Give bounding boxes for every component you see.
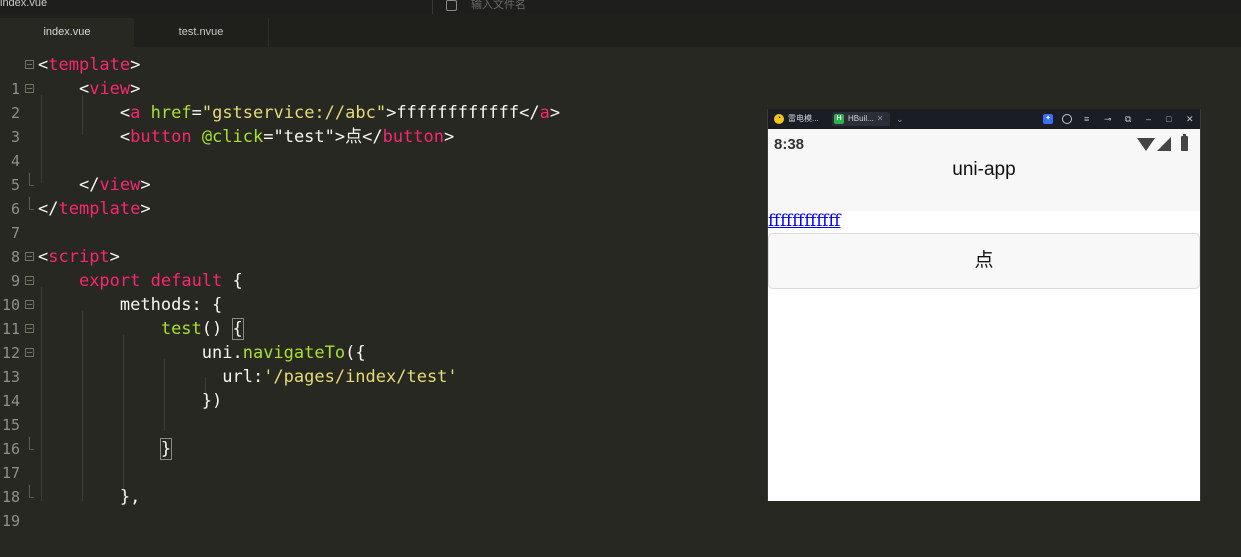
fold-icon[interactable]: [25, 300, 34, 309]
emulator-window: ◔ 雷电模... H HBuil... ✕ ⌄ ✦ ≡ ⊸ ⧉ – □ ✕ 8:38 …: [767, 109, 1201, 501]
app-badge-icon[interactable]: ✦: [1043, 114, 1053, 124]
tab-test-nvue[interactable]: test.nvue: [134, 18, 269, 47]
line-number: 19: [1, 512, 20, 530]
nav-title: uni-app: [952, 159, 1016, 180]
android-status-bar: 8:38: [768, 129, 1200, 159]
code-line: 12 test() {: [0, 317, 768, 362]
code-line: 14 url:'/pages/index/test': [0, 365, 768, 410]
code-text: <a href="gstservice://abc">ffffffffffff<…: [119, 103, 561, 123]
close-icon[interactable]: ✕: [877, 114, 884, 123]
emulator-titlebar: ◔ 雷电模... H HBuil... ✕ ⌄ ✦ ≡ ⊸ ⧉ – □ ✕: [768, 109, 1200, 129]
code-line: 16: [0, 413, 768, 458]
code-text: uni.navigateTo({: [201, 343, 366, 363]
code-line: 1 <template>: [0, 53, 768, 98]
code-text: methods: {: [119, 295, 223, 315]
code-text: }: [159, 438, 173, 460]
code-line: 17 }: [0, 437, 768, 482]
fold-end-marker: [29, 197, 34, 210]
code-line: 2 <view>: [0, 77, 768, 122]
tab-index-vue[interactable]: index.vue: [0, 18, 134, 47]
search-icon: [446, 0, 457, 11]
hbuilder-icon: H: [834, 113, 844, 124]
fit-window-icon[interactable]: ⧉: [1125, 112, 1131, 126]
close-window-icon[interactable]: ✕: [1186, 112, 1194, 126]
code-text: }): [201, 391, 223, 411]
emulator-tab-label: 雷电模...: [788, 114, 819, 123]
code-text: export default {: [78, 271, 243, 291]
app-navigation-bar: uni-app: [768, 159, 1200, 211]
wifi-icon: [1137, 138, 1155, 151]
code-line: 6 </view>: [0, 173, 768, 218]
code-line: 8: [0, 221, 768, 266]
code-line: 10 export default {: [0, 269, 768, 314]
code-line: 15 }): [0, 389, 768, 434]
fold-icon[interactable]: [25, 348, 34, 357]
avatar-icon[interactable]: [1062, 114, 1072, 124]
minimize-icon[interactable]: –: [1146, 112, 1151, 126]
code-text: <script>: [38, 247, 120, 267]
code-line: 11 methods: {: [0, 293, 768, 338]
divider: [432, 0, 433, 14]
code-line: 9 <script>: [0, 245, 768, 290]
emulator-tab-label: HBuil...: [848, 114, 874, 123]
code-text: <template>: [38, 55, 141, 75]
code-line: 19 },: [0, 485, 768, 530]
code-text: </template>: [38, 199, 151, 219]
fold-icon[interactable]: [25, 324, 34, 333]
emulator-tab-hbuilder[interactable]: H HBuil... ✕: [832, 112, 890, 126]
code-text: },: [119, 487, 141, 507]
code-editor[interactable]: 1 <template> 2 <view> 3 <a href="gstservi…: [0, 47, 768, 530]
fold-icon[interactable]: [25, 252, 34, 261]
code-line: 7 </template>: [0, 197, 768, 242]
emulator-tab-leidian[interactable]: ◔ 雷电模...: [772, 112, 828, 126]
code-text: <view>: [78, 79, 141, 99]
fold-icon[interactable]: [25, 276, 34, 285]
fold-icon[interactable]: [25, 60, 34, 69]
menu-icon[interactable]: ≡: [1084, 112, 1089, 126]
code-text: url:'/pages/index/test': [222, 367, 458, 387]
fold-end-marker: [29, 437, 34, 450]
code-text: </view>: [78, 175, 151, 195]
file-search[interactable]: 输入文件名: [446, 0, 526, 12]
fold-icon[interactable]: [25, 84, 34, 93]
code-text: <button @click="test">点</button>: [119, 127, 455, 147]
top-bar: index.vue 输入文件名: [0, 0, 1241, 14]
code-line: 18: [0, 461, 768, 506]
status-time: 8:38: [774, 136, 805, 153]
gstservice-link[interactable]: ffffffffffff: [768, 211, 840, 231]
code-line: 5: [0, 149, 768, 194]
fold-end-marker: [29, 485, 34, 498]
code-line: 4 <button @click="test">点</button>: [0, 125, 768, 170]
code-text: test() {: [160, 318, 244, 340]
editor-tabs: index.vue test.nvue: [0, 14, 1241, 47]
fold-end-marker: [29, 173, 34, 186]
tap-button[interactable]: 点: [768, 233, 1200, 289]
chevron-down-icon[interactable]: ⌄: [896, 112, 904, 126]
leidian-icon: ◔: [774, 113, 784, 124]
maximize-icon[interactable]: □: [1166, 112, 1171, 126]
battery-icon: [1181, 134, 1188, 151]
current-file-label: index.vue: [0, 0, 48, 9]
signal-icon: [1157, 137, 1171, 151]
code-line: 13 uni.navigateTo({: [0, 341, 768, 386]
code-line: 3 <a href="gstservice://abc">fffffffffff…: [0, 101, 768, 146]
search-placeholder: 输入文件名: [471, 0, 526, 11]
pin-icon[interactable]: ⊸: [1104, 112, 1112, 126]
